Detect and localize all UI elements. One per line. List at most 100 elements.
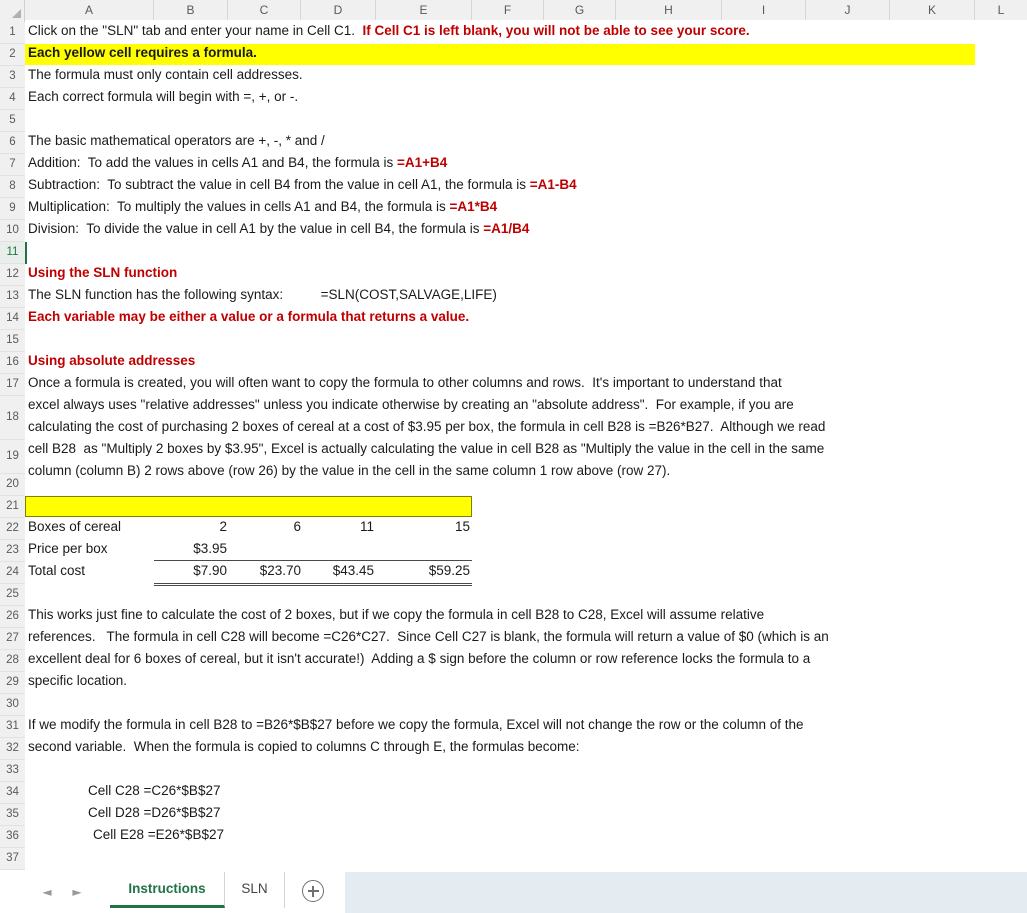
row-header-5[interactable]: 5 [0, 110, 25, 132]
cell-a15[interactable] [25, 331, 1027, 353]
row-header-26[interactable]: 26 [0, 606, 25, 628]
column-header-h[interactable]: H [616, 0, 722, 20]
row-header-11[interactable]: 11 [0, 242, 25, 264]
cell-a28[interactable]: excellent deal for 6 boxes of cereal, bu… [25, 651, 1027, 673]
cell-a31[interactable]: If we modify the formula in cell B28 to … [25, 717, 1027, 739]
prev-sheet-arrow-icon[interactable]: ◄ [35, 882, 59, 902]
row-header-1[interactable]: 1 [0, 22, 25, 44]
cell-a18-line1[interactable]: excel always uses "relative addresses" u… [25, 397, 1027, 419]
cell-b23-value[interactable]: $3.95 [135, 541, 227, 556]
row-header-17[interactable]: 17 [0, 374, 25, 396]
cell-a37[interactable] [25, 849, 1027, 850]
row-header-24[interactable]: 24 [0, 562, 25, 584]
cell-a6[interactable]: The basic mathematical operators are +, … [25, 133, 1027, 155]
column-header-b[interactable]: B [154, 0, 228, 20]
row-header-37[interactable]: 37 [0, 848, 25, 870]
row-header-4[interactable]: 4 [0, 88, 25, 110]
cell-a34[interactable]: Cell C28 =C26*$B$27 [25, 783, 1027, 805]
cell-a17[interactable]: Once a formula is created, you will ofte… [25, 375, 1027, 397]
cell-a29[interactable]: specific location. [25, 673, 1027, 695]
column-header-a[interactable]: A [25, 0, 154, 20]
cell-e24-value[interactable]: $59.25 [357, 563, 470, 578]
row-header-2[interactable]: 2 [0, 44, 25, 66]
cell-a35[interactable]: Cell D28 =D26*$B$27 [25, 805, 1027, 827]
cell-a32[interactable]: second variable. When the formula is cop… [25, 739, 1027, 761]
cell-a3[interactable]: The formula must only contain cell addre… [25, 67, 1027, 89]
cell-a26[interactable]: This works just fine to calculate the co… [25, 607, 1027, 629]
column-header-d[interactable]: D [301, 0, 376, 20]
row-header-28[interactable]: 28 [0, 650, 25, 672]
select-all-corner[interactable] [0, 0, 25, 20]
column-header-l[interactable]: L [975, 0, 1027, 20]
add-sheet-icon[interactable] [302, 880, 324, 902]
row-header-19[interactable]: 19 [0, 440, 25, 474]
row-header-25[interactable]: 25 [0, 584, 25, 606]
cell-a8[interactable]: Subtraction: To subtract the value in ce… [25, 177, 1027, 199]
row-header-9[interactable]: 9 [0, 198, 25, 220]
cell-a4[interactable]: Each correct formula will begin with =, … [25, 89, 1027, 111]
column-header-e[interactable]: E [376, 0, 472, 20]
sheet-tab-instructions[interactable]: Instructions [110, 872, 225, 908]
cell-a16[interactable]: Using absolute addresses [25, 353, 1027, 375]
cell-e22-value[interactable]: 15 [357, 519, 470, 534]
cell-a5[interactable] [25, 111, 1027, 133]
cell-a11[interactable] [25, 243, 1027, 265]
cell-a2[interactable]: Each yellow cell requires a formula. [25, 45, 1027, 67]
column-header-i[interactable]: I [722, 0, 806, 20]
row-header-20[interactable]: 20 [0, 474, 25, 496]
row-header-6[interactable]: 6 [0, 132, 25, 154]
sheet-tab-sln[interactable]: SLN [225, 872, 285, 908]
row-header-10[interactable]: 10 [0, 220, 25, 242]
cell-a25[interactable] [25, 585, 1027, 607]
column-header-k[interactable]: K [890, 0, 975, 20]
table-row-total[interactable]: Total cost $7.90 $23.70 $43.45 $59.25 [25, 563, 1027, 585]
sheet-grid[interactable]: Click on the "SLN" tab and enter your na… [25, 20, 1027, 850]
row-header-16[interactable]: 16 [0, 352, 25, 374]
cell-a36[interactable]: Cell E28 =E26*$B$27 [25, 827, 1027, 849]
cell-a21-answer[interactable] [25, 497, 1027, 519]
cell-a27[interactable]: references. The formula in cell C28 will… [25, 629, 1027, 651]
cell-a1[interactable]: Click on the "SLN" tab and enter your na… [25, 23, 1027, 45]
cell-a13[interactable]: The SLN function has the following synta… [25, 287, 1027, 309]
select-all-triangle-icon [12, 9, 21, 18]
cell-a19-line1[interactable]: cell B28 as "Multiply 2 boxes by $3.95",… [25, 441, 1027, 463]
row-header-35[interactable]: 35 [0, 804, 25, 826]
column-header-j[interactable]: J [806, 0, 890, 20]
cell-a20[interactable] [25, 475, 1027, 497]
column-header-c[interactable]: C [228, 0, 301, 20]
row-header-7[interactable]: 7 [0, 154, 25, 176]
row-header-33[interactable]: 33 [0, 760, 25, 782]
row-header-31[interactable]: 31 [0, 716, 25, 738]
row-header-8[interactable]: 8 [0, 176, 25, 198]
cell-a9[interactable]: Multiplication: To multiply the values i… [25, 199, 1027, 221]
row-header-36[interactable]: 36 [0, 826, 25, 848]
row-header-23[interactable]: 23 [0, 540, 25, 562]
cell-a10-text: Division: To divide the value in cell A1… [28, 221, 530, 236]
cell-a12[interactable]: Using the SLN function [25, 265, 1027, 287]
cell-a30[interactable] [25, 695, 1027, 717]
row-header-3[interactable]: 3 [0, 66, 25, 88]
next-sheet-arrow-icon[interactable]: ► [65, 882, 89, 902]
cell-a18-line2[interactable]: calculating the cost of purchasing 2 box… [25, 419, 1027, 441]
cell-a10[interactable]: Division: To divide the value in cell A1… [25, 221, 1027, 243]
row-header-21[interactable]: 21 [0, 496, 25, 518]
table-row-boxes[interactable]: Boxes of cereal 2 6 11 15 [25, 519, 1027, 541]
row-header-14[interactable]: 14 [0, 308, 25, 330]
cell-a24-label: Total cost [28, 563, 86, 578]
row-header-32[interactable]: 32 [0, 738, 25, 760]
row-header-27[interactable]: 27 [0, 628, 25, 650]
row-header-12[interactable]: 12 [0, 264, 25, 286]
cell-a7[interactable]: Addition: To add the values in cells A1 … [25, 155, 1027, 177]
column-header-g[interactable]: G [544, 0, 616, 20]
row-header-34[interactable]: 34 [0, 782, 25, 804]
row-header-13[interactable]: 13 [0, 286, 25, 308]
cell-a22-label: Boxes of cereal [28, 519, 122, 534]
row-header-29[interactable]: 29 [0, 672, 25, 694]
row-header-15[interactable]: 15 [0, 330, 25, 352]
row-header-30[interactable]: 30 [0, 694, 25, 716]
cell-a14[interactable]: Each variable may be either a value or a… [25, 309, 1027, 331]
row-header-22[interactable]: 22 [0, 518, 25, 540]
cell-a33[interactable] [25, 761, 1027, 783]
column-header-f[interactable]: F [472, 0, 544, 20]
row-header-18[interactable]: 18 [0, 396, 25, 440]
